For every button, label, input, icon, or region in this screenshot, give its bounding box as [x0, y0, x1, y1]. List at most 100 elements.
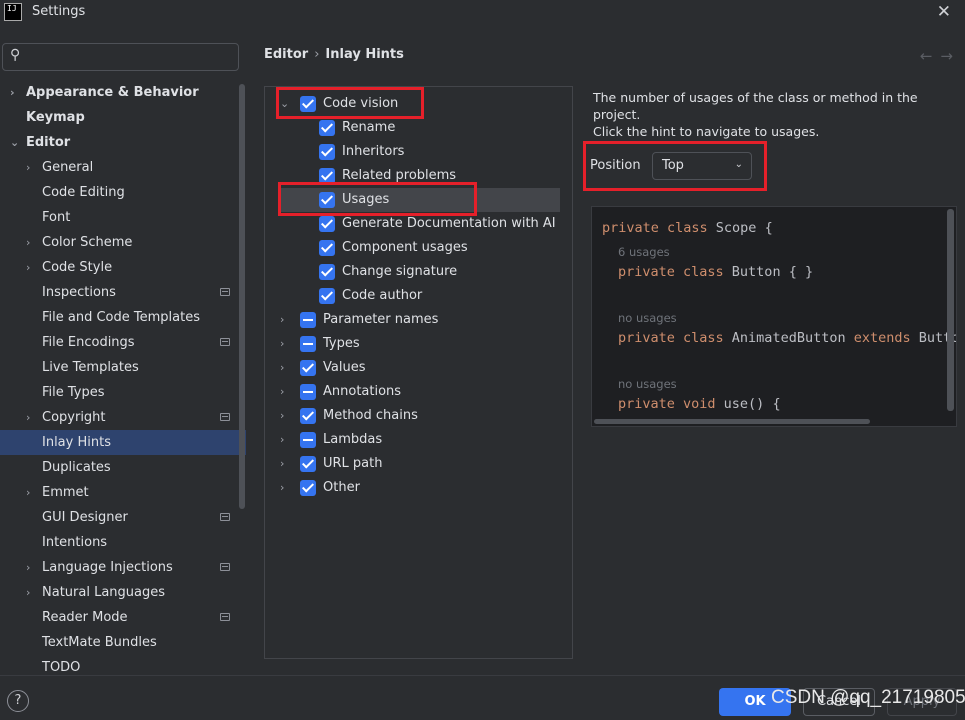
chevron-right-icon[interactable]: › [26, 155, 30, 180]
checkbox[interactable] [319, 120, 335, 136]
chevron-right-icon[interactable]: › [280, 380, 284, 404]
checkbox[interactable] [319, 216, 335, 232]
chevron-right-icon[interactable]: › [280, 404, 284, 428]
tree-item-url-path[interactable]: › URL path [265, 452, 565, 476]
arrow-left-icon[interactable]: ← [920, 47, 941, 65]
preview-vertical-scrollbar[interactable] [947, 209, 954, 411]
sidebar-item-inspections[interactable]: Inspections [0, 280, 246, 305]
tree-item-usages[interactable]: Usages [281, 188, 560, 212]
breadcrumb-parent[interactable]: Editor [264, 47, 308, 62]
chevron-right-icon[interactable]: › [26, 405, 30, 430]
sidebar-item-live-templates[interactable]: Live Templates [0, 355, 246, 380]
sidebar-item-emmet[interactable]: › Emmet [0, 480, 246, 505]
tree-item-code-author[interactable]: Code author [265, 284, 565, 308]
sidebar-item-keymap[interactable]: Keymap [0, 105, 246, 130]
code-preview: private class Scope { 6 usages private c… [591, 206, 957, 427]
history-nav: ←→ [920, 47, 961, 65]
tree-item-label: Annotations [323, 384, 402, 399]
tree-item-parameter-names[interactable]: › Parameter names [265, 308, 565, 332]
chevron-down-icon[interactable]: ⌄ [280, 92, 289, 116]
sidebar-item-natural-languages[interactable]: › Natural Languages [0, 580, 246, 605]
chevron-right-icon[interactable]: › [280, 452, 284, 476]
chevron-right-icon[interactable]: › [280, 356, 284, 380]
search-icon: ⚲ [10, 47, 21, 63]
checkbox[interactable] [300, 408, 316, 424]
sidebar-item-file-encodings[interactable]: File Encodings [0, 330, 246, 355]
sidebar-item-label: File Types [42, 385, 105, 400]
chevron-right-icon[interactable]: › [26, 480, 30, 505]
close-icon[interactable]: ✕ [937, 2, 951, 22]
tree-item-rename[interactable]: Rename [265, 116, 565, 140]
sidebar-item-color-scheme[interactable]: › Color Scheme [0, 230, 246, 255]
checkbox[interactable] [319, 144, 335, 160]
preview-horizontal-scrollbar[interactable] [594, 419, 870, 424]
help-icon[interactable]: ? [7, 690, 29, 712]
tree-item-label: Code vision [323, 96, 399, 111]
sidebar-item-gui-designer[interactable]: GUI Designer [0, 505, 246, 530]
sidebar-item-file-types[interactable]: File Types [0, 380, 246, 405]
checkbox[interactable] [319, 192, 335, 208]
tree-item-other[interactable]: › Other [265, 476, 565, 500]
sidebar-item-code-editing[interactable]: Code Editing [0, 180, 246, 205]
tree-item-annotations[interactable]: › Annotations [265, 380, 565, 404]
chevron-right-icon[interactable]: › [26, 580, 30, 605]
tree-item-values[interactable]: › Values [265, 356, 565, 380]
tree-item-inheritors[interactable]: Inheritors [265, 140, 565, 164]
usage-hint[interactable]: no usages [618, 377, 677, 391]
tree-item-change-signature[interactable]: Change signature [265, 260, 565, 284]
chevron-right-icon[interactable]: › [280, 476, 284, 500]
checkbox[interactable] [319, 240, 335, 256]
sidebar-item-label: Duplicates [42, 460, 111, 475]
checkbox[interactable] [300, 480, 316, 496]
sidebar-item-duplicates[interactable]: Duplicates [0, 455, 246, 480]
checkbox[interactable] [300, 96, 316, 112]
tree-item-label: Values [323, 360, 366, 375]
sidebar-item-editor[interactable]: ⌄ Editor [0, 130, 246, 155]
sidebar-item-inlay-hints[interactable]: Inlay Hints [0, 430, 246, 455]
search-input[interactable]: ⚲ [2, 43, 239, 71]
sidebar-item-textmate-bundles[interactable]: TextMate Bundles [0, 630, 246, 655]
checkbox[interactable] [300, 336, 316, 352]
checkbox[interactable] [319, 264, 335, 280]
tree-item-component-usages[interactable]: Component usages [265, 236, 565, 260]
position-label: Position [590, 158, 641, 173]
tree-item-types[interactable]: › Types [265, 332, 565, 356]
tree-item-generate-documentation-with-ai[interactable]: Generate Documentation with AI [265, 212, 565, 236]
sidebar-item-language-injections[interactable]: › Language Injections [0, 555, 246, 580]
sidebar-item-code-style[interactable]: › Code Style [0, 255, 246, 280]
settings-sidebar: ⚲ › Appearance & Behavior Keymap ⌄ Editor › Ge… [0, 34, 248, 675]
usage-hint[interactable]: 6 usages [618, 245, 670, 259]
sidebar-item-copyright[interactable]: › Copyright [0, 405, 246, 430]
arrow-right-icon[interactable]: → [940, 47, 961, 65]
checkbox[interactable] [319, 288, 335, 304]
tree-item-code-vision[interactable]: ⌄ Code vision [265, 92, 565, 116]
chevron-right-icon[interactable]: › [26, 230, 30, 255]
chevron-down-icon[interactable]: ⌄ [10, 130, 19, 155]
checkbox[interactable] [319, 168, 335, 184]
sidebar-item-file-and-code-templates[interactable]: File and Code Templates [0, 305, 246, 330]
tree-item-lambdas[interactable]: › Lambdas [265, 428, 565, 452]
chevron-right-icon[interactable]: › [280, 428, 284, 452]
tree-item-method-chains[interactable]: › Method chains [265, 404, 565, 428]
sidebar-item-font[interactable]: Font [0, 205, 246, 230]
sidebar-item-reader-mode[interactable]: Reader Mode [0, 605, 246, 630]
tree-item-label: Generate Documentation with AI [342, 216, 556, 231]
sidebar-item-intentions[interactable]: Intentions [0, 530, 246, 555]
sidebar-item-general[interactable]: › General [0, 155, 246, 180]
chevron-right-icon[interactable]: › [26, 555, 30, 580]
checkbox[interactable] [300, 312, 316, 328]
checkbox[interactable] [300, 360, 316, 376]
chevron-right-icon[interactable]: › [280, 332, 284, 356]
chevron-right-icon[interactable]: › [26, 255, 30, 280]
chevron-right-icon[interactable]: › [280, 308, 284, 332]
checkbox[interactable] [300, 432, 316, 448]
checkbox[interactable] [300, 384, 316, 400]
sidebar-scrollbar[interactable] [239, 84, 245, 509]
checkbox[interactable] [300, 456, 316, 472]
sidebar-item-appearance-behavior[interactable]: › Appearance & Behavior [0, 80, 246, 105]
chevron-right-icon[interactable]: › [10, 80, 15, 105]
position-dropdown[interactable]: Top ⌄ [652, 152, 752, 180]
sidebar-item-label: Copyright [42, 410, 106, 425]
usage-hint[interactable]: no usages [618, 311, 677, 325]
tree-item-related-problems[interactable]: Related problems [265, 164, 565, 188]
